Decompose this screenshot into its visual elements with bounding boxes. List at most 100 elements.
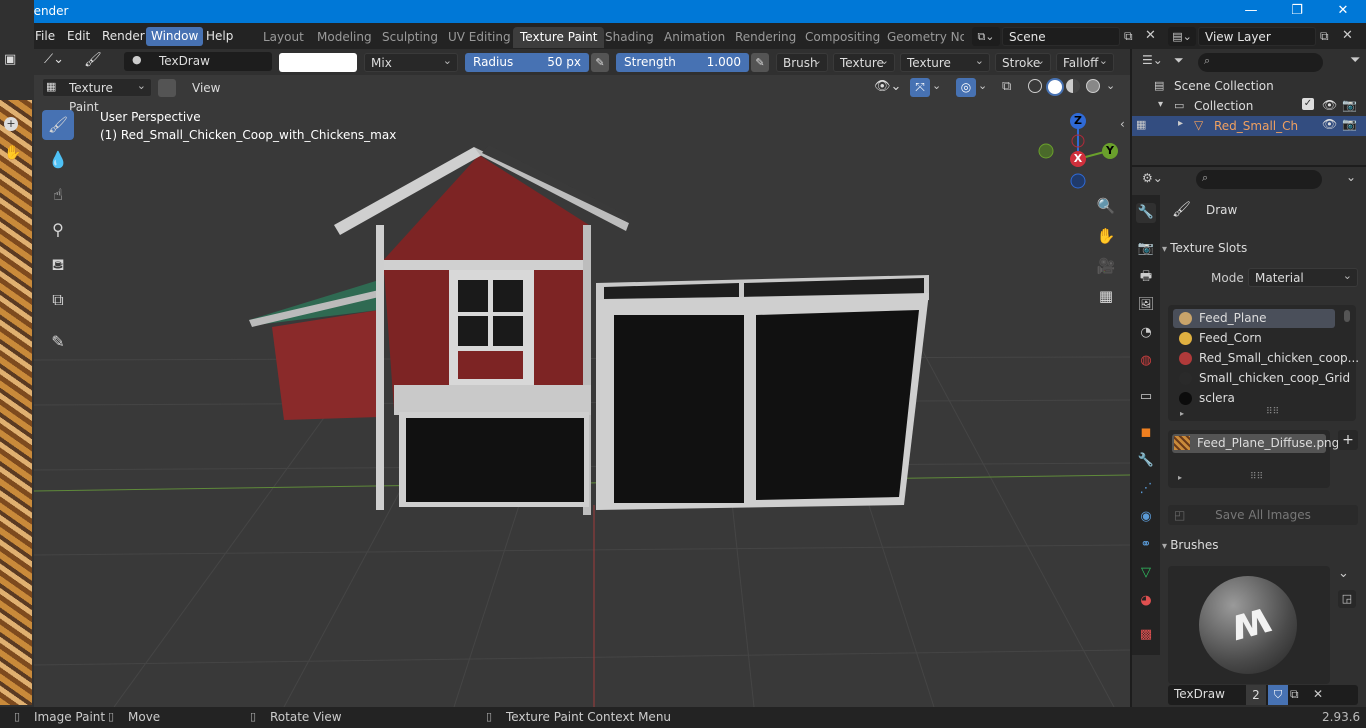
scene-name-field[interactable]: Scene xyxy=(1002,27,1120,46)
brush-icon[interactable]: 🖌 xyxy=(84,52,102,68)
tab-animation[interactable]: Animation xyxy=(657,27,732,48)
save-all-images-button[interactable]: ◰ Save All Images xyxy=(1168,505,1358,525)
navigation-gizmo[interactable]: Z X Y xyxy=(1034,113,1124,193)
radius-slider[interactable]: Radius 50 px xyxy=(465,53,589,72)
filter-icon[interactable]: ⏷ xyxy=(1174,53,1198,72)
fake-user-icon[interactable]: ⛉ xyxy=(1268,685,1288,705)
new-view-layer-icon[interactable]: ⧉ xyxy=(1320,29,1329,44)
tab-texture-paint[interactable]: Texture Paint xyxy=(513,27,605,48)
color-swatch[interactable] xyxy=(279,53,357,72)
scene-tab-icon[interactable]: ◔ xyxy=(1136,323,1156,343)
texture-dropdown[interactable]: Texture xyxy=(833,51,895,72)
blend-mode-dropdown[interactable]: Mix xyxy=(364,51,458,72)
outliner-search-input[interactable]: ⌕ xyxy=(1198,53,1323,72)
duplicate-brush-icon[interactable]: ⧉ xyxy=(1290,687,1299,702)
overlay-toggle-icon[interactable]: ◎ xyxy=(956,78,976,97)
visibility-dropdown-icon[interactable]: 👁⌄ xyxy=(874,79,901,94)
menu-edit[interactable]: Edit xyxy=(62,27,95,46)
clone-tool-icon[interactable]: ⚲ xyxy=(42,215,74,245)
radius-pressure-icon[interactable]: ✎ xyxy=(591,53,609,72)
scene-browse-icon[interactable]: ⧉⌄ xyxy=(972,27,1000,46)
tab-shading[interactable]: Shading xyxy=(598,27,661,48)
rendered-shading-icon[interactable] xyxy=(1086,79,1100,93)
gizmo-dropdown-icon[interactable]: ⌄ xyxy=(932,79,941,92)
menu-render[interactable]: Render xyxy=(97,27,150,46)
outliner-object-row[interactable]: ▦ ▸ ▽ Red_Small_Chick 👁 📷 xyxy=(1132,116,1366,136)
strength-slider[interactable]: Strength 1.000 xyxy=(616,53,749,72)
view-menu[interactable]: View xyxy=(184,79,228,97)
menu-window[interactable]: Window xyxy=(146,27,204,46)
soften-tool-icon[interactable]: 💧 xyxy=(42,145,74,175)
collection-tab-icon[interactable]: ▭ xyxy=(1136,387,1156,407)
view-layer-field[interactable]: View Layer xyxy=(1198,27,1316,46)
hand-icon[interactable]: ✋ xyxy=(4,145,21,161)
maximize-icon[interactable]: ❐ xyxy=(1274,0,1320,23)
menu-help[interactable]: Help xyxy=(201,27,238,46)
render-tab-icon[interactable]: 📷 xyxy=(1136,239,1156,259)
properties-options-icon[interactable]: ⌄ xyxy=(1346,170,1356,184)
slot-mode-dropdown[interactable]: Material xyxy=(1248,266,1358,287)
collection-checkbox[interactable]: ✓ xyxy=(1302,98,1314,110)
material-tab-icon[interactable]: ◕ xyxy=(1136,591,1156,611)
gizmo-y[interactable]: Y xyxy=(1102,143,1118,159)
brush-users-count[interactable]: 2 xyxy=(1246,685,1266,705)
gizmo-z[interactable]: Z xyxy=(1070,113,1086,129)
mask-tool-icon[interactable]: ⧉ xyxy=(42,285,74,315)
tab-compositing[interactable]: Compositing xyxy=(798,27,887,48)
overlay-dropdown-icon[interactable]: ⌄ xyxy=(978,79,987,92)
unlink-brush-icon[interactable]: ✕ xyxy=(1313,687,1323,701)
brush-icon-toggle[interactable]: ◲ xyxy=(1338,590,1356,608)
brush-dropdown[interactable]: Brush xyxy=(776,51,828,72)
shading-dropdown-icon[interactable]: ⌄ xyxy=(1106,79,1115,92)
gizmo-x[interactable]: X xyxy=(1070,151,1086,167)
3d-viewport[interactable]: Texture Paint ▦ View 👁⌄ ⤧ ⌄ ◎ ⌄ ⧉ ⌄ ‹ 🖌 … xyxy=(34,75,1130,707)
texture-mask-dropdown[interactable]: Texture Mask xyxy=(900,51,990,89)
fill-tool-icon[interactable]: ⛾ xyxy=(42,250,74,280)
constraints-tab-icon[interactable]: ⚭ xyxy=(1136,535,1156,555)
brush-preview-dropdown-icon[interactable]: ⌄ xyxy=(1338,566,1349,581)
delete-view-layer-icon[interactable]: ✕ xyxy=(1342,28,1353,43)
add-image-icon[interactable]: + xyxy=(1338,430,1358,450)
tab-layout[interactable]: Layout xyxy=(256,27,311,48)
brush-preview-box[interactable]: ʍ xyxy=(1168,566,1330,684)
texture-slot-item[interactable]: sclera xyxy=(1173,389,1335,408)
texture-slots-header[interactable]: ▾ Texture Slots xyxy=(1162,237,1366,259)
object-expand-icon[interactable]: ▸ xyxy=(1178,118,1183,129)
brush-datablock[interactable]: TexDraw 2 ⛉ ⧉ ✕ xyxy=(1168,685,1358,705)
brushes-header[interactable]: ▾ Brushes xyxy=(1162,534,1366,556)
object-render-icon[interactable]: 📷 xyxy=(1342,117,1357,131)
close-icon[interactable]: ✕ xyxy=(1320,0,1366,23)
zoom-in-icon[interactable]: + xyxy=(4,117,18,131)
properties-editor-icon[interactable]: ⚙⌄ xyxy=(1142,171,1170,190)
scene-collection-label[interactable]: Scene Collection xyxy=(1174,79,1274,93)
mode-dropdown[interactable]: Texture Paint xyxy=(42,76,152,114)
falloff-dropdown[interactable]: Falloff xyxy=(1056,51,1114,72)
perspective-toggle-icon[interactable]: ▦ xyxy=(1092,282,1120,310)
view-layer-tab-icon[interactable]: 🖼 xyxy=(1136,295,1156,315)
tab-sculpting[interactable]: Sculpting xyxy=(375,27,445,48)
collection-render-icon[interactable]: 📷 xyxy=(1342,98,1357,112)
texture-slot-item[interactable]: Red_Small_chicken_coop... xyxy=(1173,349,1359,368)
tab-geometry-nodes[interactable]: Geometry Nod xyxy=(880,27,964,48)
slot-list-scrollbar[interactable] xyxy=(1344,310,1350,322)
tab-modeling[interactable]: Modeling xyxy=(310,27,379,48)
draw-tool-icon[interactable]: 🖌 xyxy=(42,110,74,140)
image-selector[interactable]: Feed_Plane_Diffuse.png xyxy=(1172,434,1339,453)
strength-pressure-icon[interactable]: ✎ xyxy=(751,53,769,72)
physics-tab-icon[interactable]: ◉ xyxy=(1136,507,1156,527)
zoom-icon[interactable]: 🔍 xyxy=(1092,192,1120,220)
wireframe-shading-icon[interactable] xyxy=(1028,79,1042,93)
tool-settings-icon[interactable]: ⟋⌄ xyxy=(44,52,80,71)
delete-scene-icon[interactable]: ✕ xyxy=(1145,28,1156,43)
slot-list-resize-handle[interactable]: ⠿⠿ xyxy=(1266,407,1279,417)
tab-rendering[interactable]: Rendering xyxy=(728,27,803,48)
modifier-tab-icon[interactable]: 🔧 xyxy=(1136,451,1156,471)
object-visibility-icon[interactable]: 👁 xyxy=(1322,117,1337,131)
outliner-filter-icon[interactable]: ⏷ xyxy=(1350,53,1360,68)
texture-tab-icon[interactable]: ▩ xyxy=(1136,625,1156,645)
solid-shading-icon[interactable] xyxy=(1046,78,1064,96)
texture-slot-item[interactable]: Small_chicken_coop_Grid xyxy=(1173,369,1350,388)
image-expand-icon[interactable]: ▸ xyxy=(1178,473,1182,482)
world-tab-icon[interactable]: ◍ xyxy=(1136,351,1156,371)
texture-slot-item[interactable]: Feed_Plane xyxy=(1173,309,1335,328)
